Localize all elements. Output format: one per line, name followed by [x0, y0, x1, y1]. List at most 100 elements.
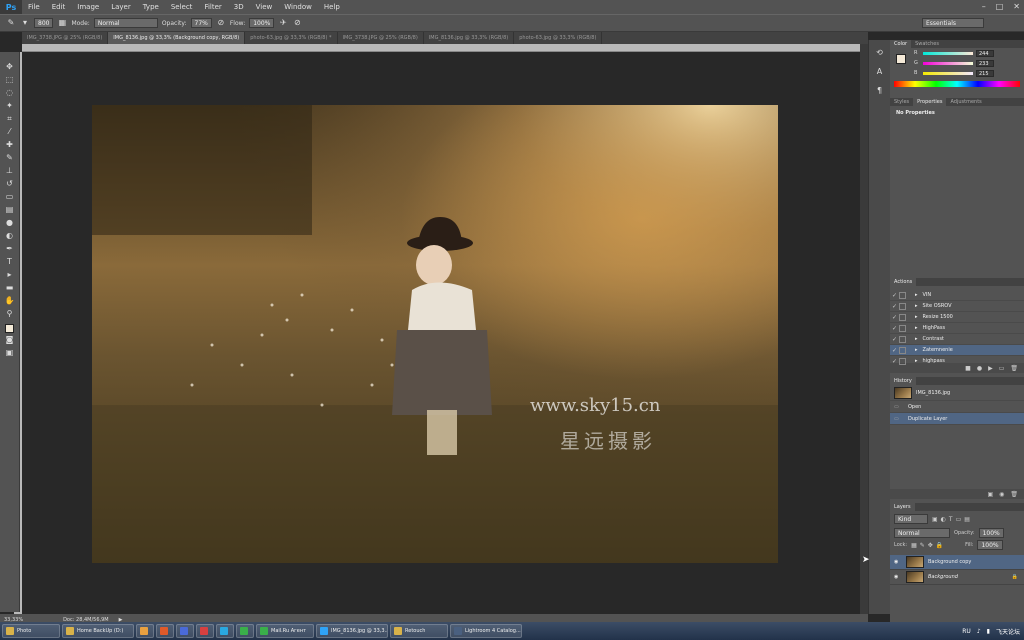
network-icon[interactable]: ▮ [987, 628, 990, 635]
stop-icon[interactable]: ■ [965, 365, 971, 372]
dialog-toggle[interactable] [899, 302, 906, 310]
menu-image[interactable]: Image [71, 0, 105, 14]
tab-actions[interactable]: Actions [890, 278, 917, 286]
play-icon[interactable]: ▶ [988, 365, 993, 372]
shape-tool-icon[interactable]: ▬ [3, 281, 17, 294]
history-brush-tool-icon[interactable]: ↺ [3, 177, 17, 190]
document-image[interactable] [92, 105, 778, 563]
tab-swatches[interactable]: Swatches [911, 40, 943, 48]
taskbar-item[interactable]: Photo [2, 624, 60, 638]
brush-panel-icon[interactable]: ▦ [57, 18, 67, 28]
menu-layer[interactable]: Layer [105, 0, 137, 14]
action-item[interactable]: ✓ ▸ Zatemnenie [890, 345, 1024, 356]
menu-edit[interactable]: Edit [46, 0, 72, 14]
paragraph-panel-icon[interactable]: ¶ [873, 84, 887, 97]
b-slider[interactable] [923, 71, 973, 75]
g-value[interactable]: 233 [976, 59, 994, 67]
minimize-icon[interactable]: – [982, 0, 986, 14]
workspace-select[interactable]: Essentials [922, 18, 984, 28]
eraser-tool-icon[interactable]: ▭ [3, 190, 17, 203]
document-tab[interactable]: IMG_8136.jpg @ 33,3% (RGB/8) [424, 32, 515, 44]
layer-kind-select[interactable]: Kind [894, 514, 928, 524]
tab-styles[interactable]: Styles [890, 98, 913, 106]
b-value[interactable]: 215 [976, 69, 994, 77]
zoom-tool-icon[interactable]: ⚲ [3, 307, 17, 320]
layer-row[interactable]: ◉ Background copy [890, 555, 1024, 570]
document-tab[interactable]: IMG_3738.JPG @ 25% (RGB/8) [22, 32, 109, 44]
tab-properties[interactable]: Properties [913, 98, 947, 106]
foreground-color-swatch[interactable] [5, 324, 14, 333]
expand-icon[interactable]: ▸ [915, 347, 918, 353]
taskbar-item[interactable]: IMG_8136.jpg @ 33,3... [316, 624, 388, 638]
taskbar-item[interactable]: Mail.Ru Агент [256, 624, 314, 638]
layer-opacity-field[interactable]: 100% [978, 528, 1004, 538]
dodge-tool-icon[interactable]: ◐ [3, 229, 17, 242]
volume-icon[interactable]: ♪ [977, 628, 981, 635]
tab-layers[interactable]: Layers [890, 503, 915, 511]
move-tool-icon[interactable]: ✥ [3, 60, 17, 73]
brush-tool-icon[interactable]: ✎ [6, 18, 16, 28]
brush-tool-icon[interactable]: ✎ [3, 151, 17, 164]
layer-filter-icons[interactable]: ▣◐T▭▤ [932, 516, 973, 523]
layer-row[interactable]: ◉ Background 🔒 [890, 570, 1024, 585]
dialog-toggle[interactable] [899, 291, 906, 299]
eyedropper-tool-icon[interactable]: ⁄ [3, 125, 17, 138]
menu-filter[interactable]: Filter [198, 0, 227, 14]
taskbar-item[interactable] [216, 624, 234, 638]
gradient-tool-icon[interactable]: ▤ [3, 203, 17, 216]
history-snapshot[interactable]: IMG_8136.jpg [890, 385, 1024, 401]
blend-mode-select[interactable]: Normal [894, 528, 950, 538]
crop-tool-icon[interactable]: ⌗ [3, 112, 17, 125]
taskbar-item[interactable] [156, 624, 174, 638]
menu-select[interactable]: Select [165, 0, 199, 14]
brush-preset-icon[interactable]: ▾ [20, 18, 30, 28]
layer-name[interactable]: Background [928, 574, 958, 580]
camera-icon[interactable]: ◉ [999, 491, 1004, 498]
check-icon[interactable]: ✓ [890, 325, 899, 332]
new-document-icon[interactable]: ▣ [987, 491, 993, 498]
healing-tool-icon[interactable]: ✚ [3, 138, 17, 151]
pen-tool-icon[interactable]: ✒ [3, 242, 17, 255]
path-select-tool-icon[interactable]: ▸ [3, 268, 17, 281]
expand-icon[interactable]: ▸ [915, 325, 918, 331]
dialog-toggle[interactable] [899, 357, 906, 365]
hand-tool-icon[interactable]: ✋ [3, 294, 17, 307]
dialog-toggle[interactable] [899, 346, 906, 354]
check-icon[interactable]: ✓ [890, 314, 899, 321]
document-tab[interactable]: IMG_3738.JPG @ 25% (RGB/8) [338, 32, 424, 44]
action-item[interactable]: ✓ ▸ Resize 1500 [890, 312, 1024, 323]
expand-icon[interactable]: ▸ [915, 336, 918, 342]
delete-icon[interactable]: 🗑 [1010, 365, 1018, 372]
check-icon[interactable]: ✓ [890, 358, 899, 365]
record-icon[interactable]: ● [977, 365, 982, 372]
check-icon[interactable]: ✓ [890, 336, 899, 343]
quick-select-tool-icon[interactable]: ✦ [3, 99, 17, 112]
pressure-size-icon[interactable]: ⊘ [292, 18, 302, 28]
history-state[interactable]: ▭ Open [890, 401, 1024, 413]
dialog-toggle[interactable] [899, 324, 906, 332]
taskbar-item[interactable] [136, 624, 154, 638]
document-tab[interactable]: photo-63.jpg @ 33,3% (RGB/8) [514, 32, 603, 44]
menu-file[interactable]: File [22, 0, 46, 14]
menu-help[interactable]: Help [318, 0, 346, 14]
character-panel-icon[interactable]: A [873, 65, 887, 78]
lock-icons[interactable]: ▦✎✥🔒 [911, 542, 961, 549]
r-slider[interactable] [923, 51, 973, 55]
taskbar-item[interactable]: Home BackUp (D:) [62, 624, 134, 638]
clone-stamp-tool-icon[interactable]: ⊥ [3, 164, 17, 177]
menu-window[interactable]: Window [278, 0, 318, 14]
expand-icon[interactable]: ▸ [915, 303, 918, 309]
airbrush-icon[interactable]: ✈ [278, 18, 288, 28]
taskbar-item[interactable] [176, 624, 194, 638]
menu-3d[interactable]: 3D [228, 0, 250, 14]
marquee-tool-icon[interactable]: ⬚ [3, 73, 17, 86]
taskbar-item[interactable]: Lightroom 4 Catalog... [450, 624, 522, 638]
quick-mask-icon[interactable]: ◙ [3, 333, 17, 346]
action-item[interactable]: ✓ ▸ VIN [890, 290, 1024, 301]
screen-mode-icon[interactable]: ▣ [3, 346, 17, 359]
menu-type[interactable]: Type [137, 0, 165, 14]
language-indicator[interactable]: RU [962, 628, 971, 635]
tab-adjustments[interactable]: Adjustments [946, 98, 985, 106]
maximize-icon[interactable]: □ [996, 0, 1004, 14]
eye-icon[interactable]: ◉ [894, 559, 902, 565]
